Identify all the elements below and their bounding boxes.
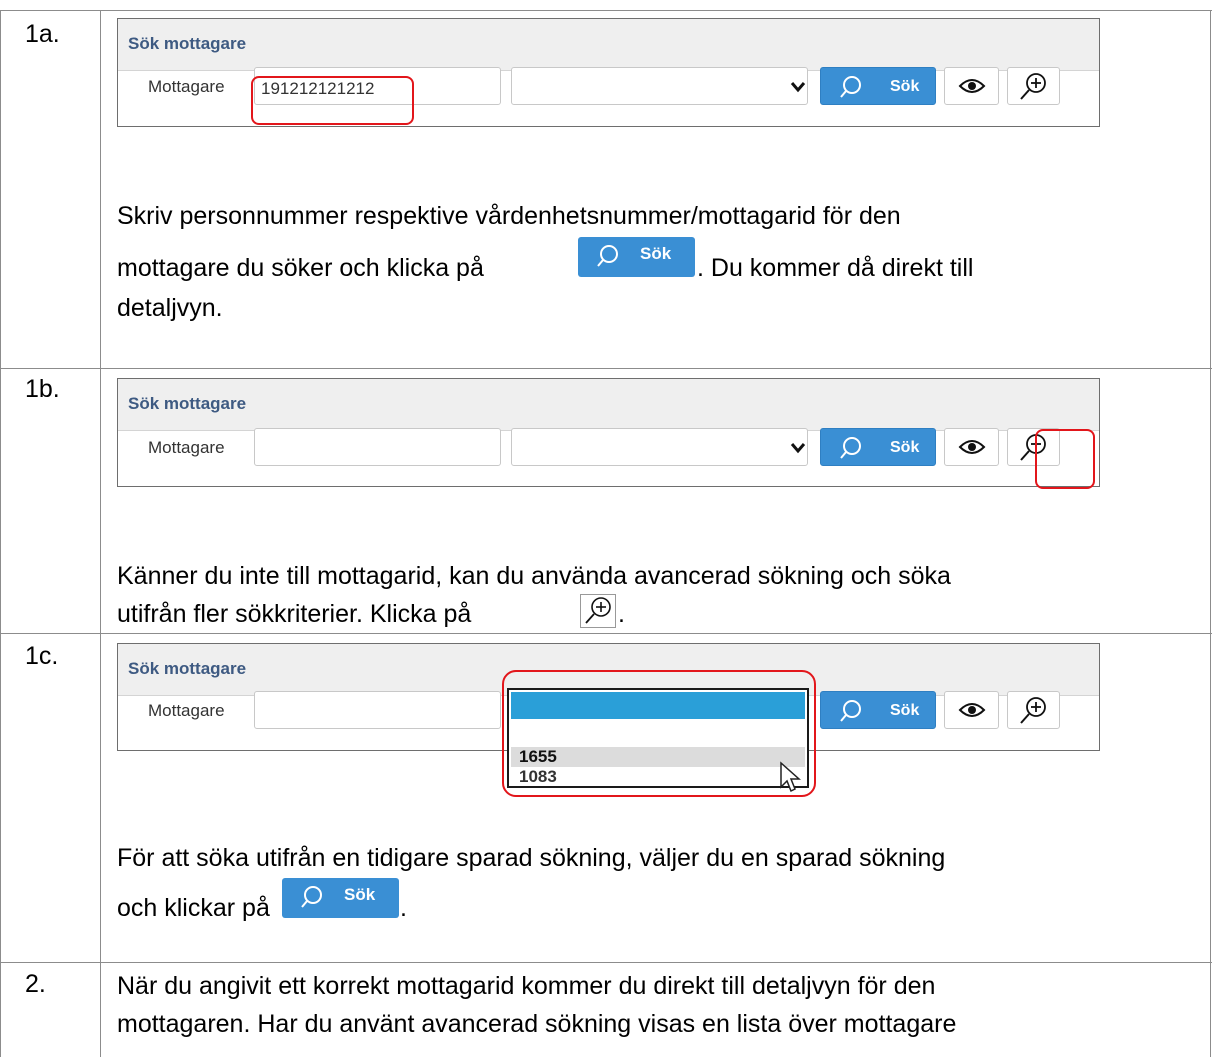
recipient-input[interactable] [254,428,501,466]
inline-search-button: Sök [578,237,695,277]
eye-icon [958,79,986,93]
table-border-right [1210,10,1211,1057]
widget-header [118,379,1099,431]
eye-icon [958,440,986,454]
step-text-line: Skriv personnummer respektive vårdenhets… [117,202,901,230]
chevron-down-icon [790,443,806,454]
zoom-in-icon [1020,697,1046,724]
step-text-line: Känner du inte till mottagarid, kan du a… [117,562,951,590]
widget-title: Sök mottagare [128,34,247,53]
highlight-dropdown [502,670,816,797]
step-text-line: mottagaren. Har du använt avancerad sökn… [117,1010,957,1038]
recipient-label: Mottagare [148,701,225,720]
widget-title: Sök mottagare [128,659,247,678]
step-text-line: När du angivit ett korrekt mottagarid ko… [117,972,936,1000]
step-text: och klickar på [117,890,1197,926]
recipient-label: Mottagare [148,438,225,457]
step-number: 1a. [25,20,60,48]
column-divider [100,10,101,1057]
table-border-top [0,10,1212,11]
step-text: Skriv personnummer respektive vårdenhets… [117,198,1197,234]
inline-search-button: Sök [282,878,399,918]
saved-search-select[interactable] [511,428,808,466]
step-text: Känner du inte till mottagarid, kan du a… [117,558,1197,594]
inline-search-label: Sök [640,244,672,263]
step-text-line: och klickar på [117,894,270,922]
zoom-in-icon [1020,73,1046,100]
search-icon [597,245,618,267]
step-text: . [400,890,460,926]
zoom-in-icon [580,594,616,628]
step-text: . Du kommer då direkt till [697,250,1197,286]
search-icon [840,700,861,722]
step-text: mottagaren. Har du använt avancerad sökn… [117,1006,1197,1042]
step-text-line: . Du kommer då direkt till [697,254,974,282]
row-divider-2 [0,633,1212,634]
inline-search-label: Sök [344,885,376,904]
highlight-advanced-search [1035,429,1095,489]
step-text: detaljvyn. [117,290,1197,326]
step-number: 2. [25,970,46,998]
search-icon [840,437,861,459]
step-text-line: mottagare du söker och klicka på [117,254,484,282]
widget-header [118,19,1099,71]
recipient-input[interactable] [254,691,501,729]
step-text-line: . [618,600,625,628]
saved-search-select[interactable] [511,67,808,105]
step-text: När du angivit ett korrekt mottagarid ko… [117,968,1197,1004]
search-icon [301,886,322,908]
step-text-line: . [400,894,407,922]
eye-icon [958,703,986,717]
instruction-document: 1a. Sök mottagare Mottagare 191212121212… [0,0,1212,1057]
step-text-line: detaljvyn. [117,294,223,322]
step-text-line: utifrån fler sökkriterier. Klicka på [117,600,472,628]
widget-title: Sök mottagare [128,394,247,413]
step-number: 1c. [25,642,59,670]
search-button-label: Sök [890,702,920,719]
search-button-label: Sök [890,78,920,95]
chevron-down-icon [790,82,806,93]
search-button-label: Sök [890,439,920,456]
highlight-input [251,76,414,125]
step-number: 1b. [25,375,60,403]
table-border-left [0,10,1,1057]
recipient-label: Mottagare [148,77,225,96]
row-divider-1 [0,368,1212,369]
search-icon [840,76,861,98]
search-recipient-widget: Sök mottagare Mottagare Sök [117,378,1100,487]
step-text: För att söka utifrån en tidigare sparad … [117,840,1197,876]
step-text-line: För att söka utifrån en tidigare sparad … [117,844,946,872]
step-text: . [618,596,658,632]
row-divider-3 [0,962,1212,963]
